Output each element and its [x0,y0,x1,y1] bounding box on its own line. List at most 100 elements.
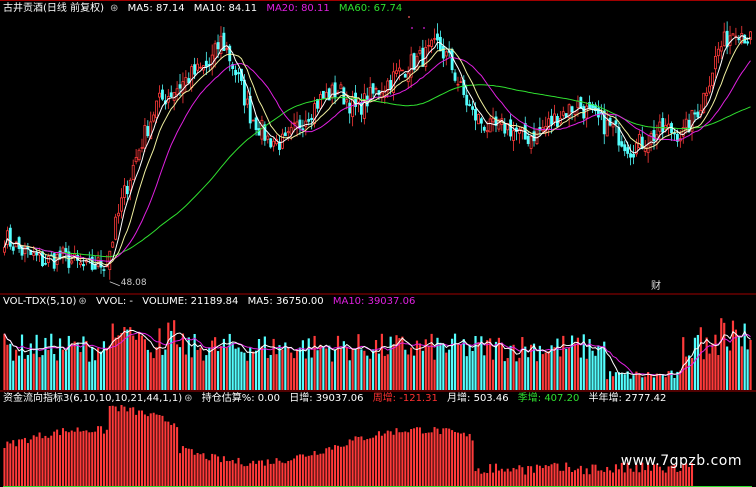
volume-bar [208,347,211,390]
volume-bar [20,334,24,390]
volume-header: VOL-TDX(5,10) ⊛ VVOL: - VOLUME: 21189.84 … [3,295,421,308]
volume-bar [249,347,252,390]
marker-dot [408,16,410,18]
candle-body [482,126,486,131]
volume-bar [568,347,571,390]
volume-bar [632,375,635,390]
candle-body [131,164,135,181]
toggle-icon[interactable]: ⊛ [184,393,192,404]
candle-body [260,119,264,140]
volume-bar [319,344,322,390]
volume-bar [293,358,296,390]
volume-bar [325,348,328,390]
volume-bar [448,349,451,390]
candle-body [570,106,574,113]
volume-bar [143,339,146,390]
volume-bar [591,350,594,390]
candle-body [155,100,159,119]
volume-bar [576,337,580,390]
candle-body [102,269,106,271]
volume-bar [178,347,182,390]
volume-bar [357,334,360,390]
volume-bar [70,343,73,390]
volume-bar [611,376,615,390]
volume-bar [363,350,366,390]
volume-bar [135,339,138,390]
candle-body [637,134,641,149]
finance-event-marker[interactable]: 财 [651,279,661,292]
candle-body [605,119,609,137]
candle-body [535,128,539,145]
volume-bar [468,345,471,390]
volume-bar [705,337,708,390]
candle-body [731,33,735,36]
candle-body [137,149,141,161]
candle-body [120,197,123,212]
vol-title: VOL-TDX(5,10) [3,296,77,307]
candle-body [479,118,483,124]
volume-bar [386,354,389,390]
candle-body [216,42,220,50]
volume-bar [41,355,44,390]
candle-body [693,112,697,115]
volume-bar [281,349,284,390]
volume-bar [421,350,424,390]
volume-bar [439,342,442,390]
volume-bar [477,342,480,390]
volume-bar [617,372,620,390]
volume-bar [216,351,220,390]
volume-bar [99,351,103,390]
position-legend: 持仓估算%: 0.00 [201,393,281,404]
candle-body [415,55,419,71]
volume-bar [562,335,565,390]
volume-bar [336,335,340,390]
candle-body [237,72,240,75]
volume-bar [699,327,702,390]
volume-bar [149,352,152,390]
candle-body [705,92,709,97]
volume-bar [140,335,144,390]
candle-body [400,69,404,72]
volume-bar [687,355,691,390]
volume-bar [61,349,65,390]
volume-bar [609,371,612,390]
volume-bar [199,347,202,390]
chart-canvas[interactable]: 48.08 财 [0,0,756,487]
candle-body [14,241,18,248]
candle-body [485,129,489,133]
candle-body [550,115,554,125]
volume-bar [205,355,208,390]
candle-body [398,67,401,72]
volume-bar [181,333,185,390]
toggle-icon[interactable]: ⊛ [78,296,86,307]
candle-body [661,118,665,133]
candle-body [32,252,36,256]
candle-body [41,251,44,267]
volume-bar [190,357,193,390]
volume-bar [56,360,59,390]
volume-bar [313,335,316,390]
toggle-icon[interactable]: ⊛ [110,3,118,14]
volume-bar [661,374,664,390]
volume-bar [231,342,234,390]
candle-body [465,94,469,106]
candle-body [158,92,161,98]
volume-bar [266,358,269,390]
volume-bar [47,350,50,390]
volume-bar [497,337,501,390]
volume-bar [471,350,474,390]
candle-body [134,157,138,163]
volume-bar [225,347,228,390]
volume-bar [243,352,246,390]
volume-bar [465,356,468,390]
volume-bar [451,338,454,390]
candle-body [283,132,287,137]
volume-bar [79,352,82,390]
candle-body [304,120,308,127]
candle-body [746,41,750,44]
volume-bar [129,327,132,390]
volume-bar [307,338,310,390]
candle-body [125,185,129,195]
volume-bar [708,353,711,390]
candle-body [714,55,717,70]
